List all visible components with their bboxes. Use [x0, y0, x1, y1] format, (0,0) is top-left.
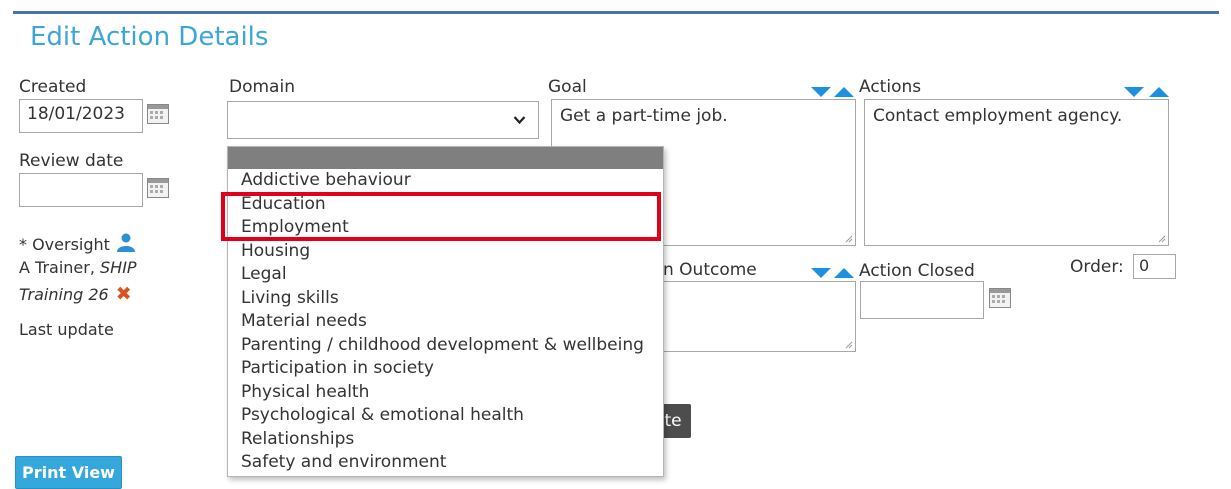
header-divider	[13, 11, 1219, 14]
trainer-org: SHIP	[100, 258, 137, 277]
goal-text: Get a part-time job.	[560, 106, 728, 126]
calendar-icon[interactable]	[989, 288, 1011, 308]
dropdown-option[interactable]: Living skills	[228, 287, 663, 311]
dropdown-option[interactable]: Addictive behaviour	[228, 169, 663, 193]
review-date-input[interactable]	[19, 173, 143, 207]
highlight-annotation	[221, 192, 661, 241]
dropdown-option[interactable]: Parenting / childhood development & well…	[228, 334, 663, 358]
dropdown-option[interactable]: Safety and environment	[228, 451, 663, 475]
created-label: Created	[19, 77, 87, 97]
remove-icon[interactable]: ✖	[116, 283, 132, 305]
order-label: Order:	[1070, 257, 1124, 277]
created-date-input[interactable]: 18/01/2023	[19, 99, 143, 133]
domain-select[interactable]	[227, 101, 539, 139]
oversight-trainer-line2: Training 26 ✖	[19, 283, 132, 305]
action-closed-label: Action Closed	[859, 261, 975, 281]
resize-handle-icon[interactable]	[843, 233, 853, 243]
move-up-icon[interactable]	[834, 268, 854, 278]
oversight-trainer: A Trainer, SHIP	[19, 258, 137, 277]
dropdown-option[interactable]: Legal	[228, 263, 663, 287]
move-up-icon[interactable]	[1149, 87, 1169, 97]
actions-text: Contact employment agency.	[873, 106, 1123, 126]
actions-textarea[interactable]: Contact employment agency.	[864, 99, 1169, 246]
calendar-icon[interactable]	[147, 178, 169, 198]
dropdown-option[interactable]: Physical health	[228, 381, 663, 405]
resize-handle-icon[interactable]	[1156, 233, 1166, 243]
resize-handle-icon[interactable]	[843, 339, 853, 349]
actions-label: Actions	[859, 77, 922, 97]
dropdown-option-empty[interactable]	[228, 147, 663, 169]
trainer-name: A Trainer,	[19, 258, 101, 277]
dropdown-option[interactable]: Material needs	[228, 310, 663, 334]
action-closed-input[interactable]	[860, 281, 984, 319]
move-up-icon[interactable]	[834, 87, 854, 97]
page-title: Edit Action Details	[30, 22, 269, 52]
move-down-icon[interactable]	[1124, 87, 1144, 97]
review-date-label: Review date	[19, 151, 124, 171]
chevron-down-icon	[513, 116, 526, 125]
print-view-button[interactable]: Print View	[15, 456, 122, 489]
calendar-icon[interactable]	[147, 104, 169, 124]
domain-label: Domain	[229, 77, 295, 97]
outcome-label: n Outcome	[663, 260, 757, 280]
trainer-org-line2: Training 26	[19, 285, 109, 304]
move-down-icon[interactable]	[811, 87, 831, 97]
oversight-label: * Oversight	[19, 233, 136, 254]
user-icon[interactable]	[117, 233, 136, 252]
dropdown-option[interactable]: Participation in society	[228, 357, 663, 381]
last-update-label: Last update	[19, 320, 114, 339]
dropdown-option[interactable]: Psychological & emotional health	[228, 404, 663, 428]
dropdown-option[interactable]: Relationships	[228, 428, 663, 452]
order-input[interactable]: 0	[1133, 254, 1176, 279]
oversight-text: * Oversight	[19, 235, 110, 254]
move-down-icon[interactable]	[811, 268, 831, 278]
goal-label: Goal	[548, 77, 587, 97]
dropdown-option[interactable]: Housing	[228, 240, 663, 264]
